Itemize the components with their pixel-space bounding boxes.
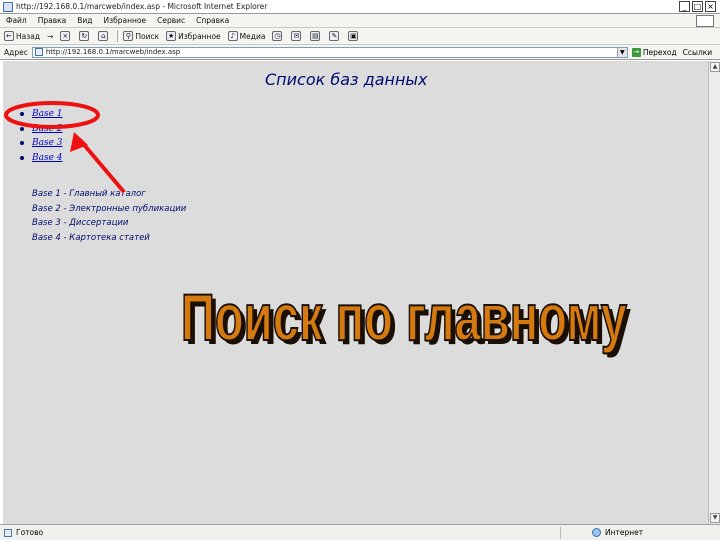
stop-button[interactable]: × [60, 31, 72, 41]
list-item: Base 3 [20, 136, 63, 151]
menu-tools[interactable]: Сервис [157, 16, 185, 25]
address-bar: Адрес http://192.168.0.1/marcweb/index.a… [0, 45, 720, 60]
stop-icon: × [60, 31, 71, 41]
globe-icon [592, 528, 601, 537]
favorites-label: Избранное [178, 31, 221, 41]
database-link-base2[interactable]: Base 2 [32, 124, 63, 134]
history-button[interactable]: ◷ [272, 31, 284, 41]
close-button[interactable]: × [705, 1, 716, 12]
status-text: Готово [16, 528, 44, 537]
bullet-icon [20, 112, 24, 117]
menu-help[interactable]: Справка [196, 16, 229, 25]
description-base3: Base 3 - Диссертации [32, 218, 129, 228]
bullet-icon [20, 155, 24, 160]
forward-button[interactable]: → [47, 32, 53, 41]
go-label: Переход [642, 47, 677, 57]
page-icon [34, 48, 43, 56]
back-button[interactable]: ← Назад [4, 31, 40, 41]
page-content: Список баз данных Base 1 Base 2 Base 3 B… [3, 61, 708, 524]
edit-icon: ✎ [329, 31, 340, 41]
home-icon: ⌂ [98, 31, 109, 41]
list-item: Base 2 [20, 122, 63, 137]
back-arrow-icon: ← [4, 31, 14, 41]
status-divider [560, 526, 568, 539]
menu-view[interactable]: Вид [77, 16, 92, 25]
messenger-icon: ▣ [348, 31, 359, 41]
forward-arrow-icon: → [47, 31, 54, 41]
maximize-button[interactable]: □ [692, 1, 703, 12]
home-button[interactable]: ⌂ [98, 31, 110, 41]
edit-button[interactable]: ✎ [329, 31, 341, 41]
scroll-down-icon[interactable]: ▼ [710, 513, 720, 523]
mail-button[interactable]: ✉ [291, 31, 303, 41]
menu-favorites[interactable]: Избранное [104, 16, 147, 25]
description-base4: Base 4 - Картотека статей [32, 232, 150, 243]
minimize-button[interactable]: _ [679, 1, 690, 12]
list-item: Base 4 [20, 151, 63, 166]
scroll-up-icon[interactable]: ▲ [710, 62, 720, 72]
list-item: Base 1 [20, 107, 63, 122]
zone-text: Интернет [605, 528, 644, 537]
window-title: http://192.168.0.1/marcweb/index.asp - M… [16, 2, 268, 11]
bullet-icon [20, 141, 24, 146]
database-link-base1[interactable]: Base 1 [32, 109, 63, 119]
search-button[interactable]: ⚲ Поиск [123, 31, 159, 41]
discuss-button[interactable]: ▣ [348, 31, 360, 41]
media-button[interactable]: ♪ Медиа [227, 31, 266, 41]
address-dropdown-icon[interactable]: ▼ [616, 47, 627, 57]
database-list: Base 1 Base 2 Base 3 Base 4 [20, 107, 63, 165]
page-heading: Список баз данных [265, 70, 428, 89]
back-label: Назад [16, 31, 41, 41]
menu-file[interactable]: Файл [6, 16, 27, 25]
history-icon: ◷ [272, 31, 283, 41]
links-button[interactable]: Ссылки [683, 48, 712, 57]
media-icon: ♪ [227, 31, 238, 41]
print-button[interactable]: ▤ [310, 31, 322, 41]
refresh-button[interactable]: ↻ [79, 31, 91, 41]
description-base1: Base 1 - Главный каталог [32, 189, 146, 199]
windows-logo-icon [696, 15, 714, 27]
page-done-icon [4, 528, 12, 537]
vertical-scrollbar[interactable]: ▲ ▼ [708, 61, 720, 524]
menu-bar: Файл Правка Вид Избранное Сервис Справка [0, 14, 720, 28]
mail-icon: ✉ [291, 31, 302, 41]
go-arrow-icon: → [631, 47, 641, 57]
search-label: Поиск [135, 31, 160, 41]
database-descriptions: Base 1 - Главный каталог Base 2 - Электр… [32, 189, 186, 247]
window-controls: _ □ × [679, 1, 716, 12]
toolbar: ← Назад → × ↻ ⌂ ⚲ Поиск ★ Избранное ♪ Ме… [0, 28, 720, 45]
media-label: Медиа [239, 31, 266, 41]
star-icon: ★ [166, 31, 177, 41]
database-link-base3[interactable]: Base 3 [32, 138, 63, 148]
search-icon: ⚲ [123, 31, 134, 41]
print-icon: ▤ [310, 31, 321, 41]
address-input[interactable]: http://192.168.0.1/marcweb/index.asp ▼ [31, 46, 628, 58]
status-bar: Готово Интернет [0, 524, 720, 540]
status-left: Готово [0, 528, 560, 537]
menu-edit[interactable]: Правка [38, 16, 67, 25]
toolbar-separator [117, 30, 119, 42]
go-button[interactable]: → Переход [631, 47, 677, 57]
bullet-icon [20, 126, 24, 131]
address-label: Адрес [4, 47, 28, 57]
favorites-button[interactable]: ★ Избранное [166, 31, 221, 41]
address-value: http://192.168.0.1/marcweb/index.asp [45, 48, 181, 56]
title-bar: http://192.168.0.1/marcweb/index.asp - M… [0, 0, 720, 14]
security-zone: Интернет [592, 528, 643, 537]
description-base2: Base 2 - Электронные публикации [32, 203, 187, 214]
database-link-base4[interactable]: Base 4 [32, 153, 63, 163]
ie-icon [3, 1, 13, 12]
refresh-icon: ↻ [79, 31, 90, 41]
